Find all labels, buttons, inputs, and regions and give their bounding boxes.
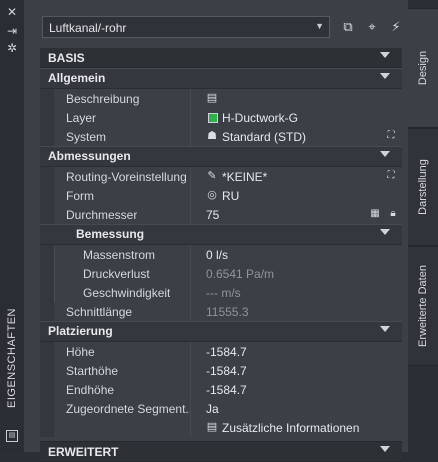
prop-label: Layer (66, 111, 97, 125)
prop-value: H-Ductwork-G (222, 111, 299, 125)
panel-toolbar: Luftkanal/-rohr ▼ ⧉ ⌖ ⚡ (24, 0, 408, 42)
tab-erweiterte-daten[interactable]: Erweiterte Daten (408, 246, 438, 366)
calculator-icon[interactable]: ▦ (368, 207, 382, 221)
autohide-icon[interactable]: ⇥ (4, 23, 20, 39)
prop-label: Starthöhe (66, 364, 119, 378)
prop-label: Schnittlänge (66, 305, 133, 319)
prop-label: Endhöhe (66, 383, 115, 397)
palette-tabs: Design Darstellung Erweiterte Daten (408, 0, 438, 452)
prop-druckverlust: Druckverlust 0.6541 Pa/m (40, 264, 402, 283)
palette-title: EIGENSCHAFTEN (6, 307, 18, 409)
prop-value: *KEINE* (222, 170, 268, 184)
prop-value: --- m/s (206, 286, 241, 300)
prop-value: 0 l/s (206, 248, 229, 262)
category-platzierung[interactable]: Platzierung (40, 321, 402, 342)
layer-color-swatch (208, 113, 218, 123)
prop-value: 0.6541 Pa/m (206, 267, 275, 281)
prop-label: Druckverlust (83, 267, 150, 281)
lock-icon[interactable]: 🔒︎ (386, 207, 400, 221)
prop-schnittlaenge: Schnittlänge 11555.3 (40, 302, 402, 321)
additional-info-icon: ▤ (206, 421, 218, 433)
palette-rail: ✕ ⇥ ✲ EIGENSCHAFTEN ▤ (0, 0, 25, 452)
prop-value: -1584.7 (206, 383, 247, 397)
prop-value: Standard (STD) (222, 130, 307, 144)
prop-label: Form (66, 189, 94, 203)
prop-beschreibung[interactable]: Beschreibung ▤ (40, 89, 402, 108)
prop-routing[interactable]: Routing-Voreinstellung ✎ *KEINE* ⛶ (40, 167, 402, 186)
select-objects-icon[interactable]: ⌖ (362, 16, 382, 38)
prop-starthoehe[interactable]: Starthöhe -1584.7 (40, 361, 402, 380)
category-abmessungen[interactable]: Abmessungen (40, 146, 402, 167)
properties-panel: Luftkanal/-rohr ▼ ⧉ ⌖ ⚡ BASIS Allgemein … (24, 0, 408, 462)
system-picker-icon[interactable]: ⛶ (384, 129, 398, 143)
collapse-chevron-icon[interactable] (380, 446, 390, 452)
prop-endhoehe[interactable]: Endhöhe -1584.7 (40, 380, 402, 399)
prop-form[interactable]: Form ◎ RU (40, 186, 402, 205)
quick-select-icon[interactable]: ⚡ (386, 16, 406, 38)
prop-massenstrom[interactable]: Massenstrom 0 l/s (40, 245, 402, 264)
additional-info-link[interactable]: Zusätzliche Informationen (222, 421, 359, 435)
collapse-chevron-icon[interactable] (380, 229, 390, 235)
prop-label: Massenstrom (83, 248, 156, 262)
system-icon: ☗ (207, 130, 217, 142)
prop-value: RU (222, 189, 240, 203)
prop-hoehe[interactable]: Höhe -1584.7 (40, 342, 402, 361)
prop-label: Routing-Voreinstellung (66, 170, 187, 184)
add-selection-icon[interactable]: ⧉ (338, 16, 358, 38)
palette-menu-icon[interactable]: ▤ (6, 430, 18, 442)
property-list: BASIS Allgemein Beschreibung ▤ Layer H-D… (40, 48, 402, 462)
round-shape-icon: ◎ (207, 189, 217, 201)
collapse-chevron-icon[interactable] (380, 52, 390, 58)
prop-system[interactable]: System ☗ Standard (STD) ⛶ (40, 127, 402, 146)
settings-icon[interactable]: ✲ (4, 40, 20, 56)
prop-layer[interactable]: Layer H-Ductwork-G (40, 108, 402, 127)
prop-value: 75 (206, 208, 220, 222)
category-bemessung[interactable]: Bemessung (40, 224, 402, 245)
prop-label: System (66, 130, 107, 144)
collapse-chevron-icon[interactable] (380, 326, 390, 332)
tab-design[interactable]: Design (408, 8, 438, 128)
prop-label: Beschreibung (66, 92, 140, 106)
prop-value: 11555.3 (206, 305, 249, 319)
prop-durchmesser[interactable]: Durchmesser 75 ▦ 🔒︎ (40, 205, 402, 224)
object-type-selector[interactable]: Luftkanal/-rohr ▼ (42, 16, 330, 38)
description-editor-icon[interactable]: ▤ (206, 92, 218, 104)
routing-icon: ✎ (207, 170, 217, 182)
prop-zusaetzliche-informationen[interactable]: ▤ Zusätzliche Informationen (40, 418, 402, 437)
chevron-down-icon: ▼ (315, 21, 324, 31)
collapse-chevron-icon[interactable] (380, 151, 390, 157)
object-type-value: Luftkanal/-rohr (49, 21, 127, 35)
prop-value: -1584.7 (206, 345, 247, 359)
prop-label: Höhe (66, 345, 95, 359)
category-allgemein[interactable]: Allgemein (40, 68, 402, 89)
collapse-chevron-icon[interactable] (380, 73, 390, 79)
prop-zugeordnete-segmente[interactable]: Zugeordnete Segment... Ja (40, 399, 402, 418)
tab-darstellung[interactable]: Darstellung (408, 128, 438, 246)
prop-value: -1584.7 (206, 364, 247, 378)
prop-label: Zugeordnete Segment... (66, 402, 192, 416)
prop-label: Durchmesser (66, 208, 138, 222)
prop-value: Ja (206, 402, 219, 416)
routing-picker-icon[interactable]: ⛶ (384, 169, 398, 183)
section-basis[interactable]: BASIS (40, 48, 402, 68)
close-icon[interactable]: ✕ (4, 4, 20, 20)
prop-geschwindigkeit: Geschwindigkeit --- m/s (40, 283, 402, 302)
prop-label: Geschwindigkeit (83, 286, 171, 300)
